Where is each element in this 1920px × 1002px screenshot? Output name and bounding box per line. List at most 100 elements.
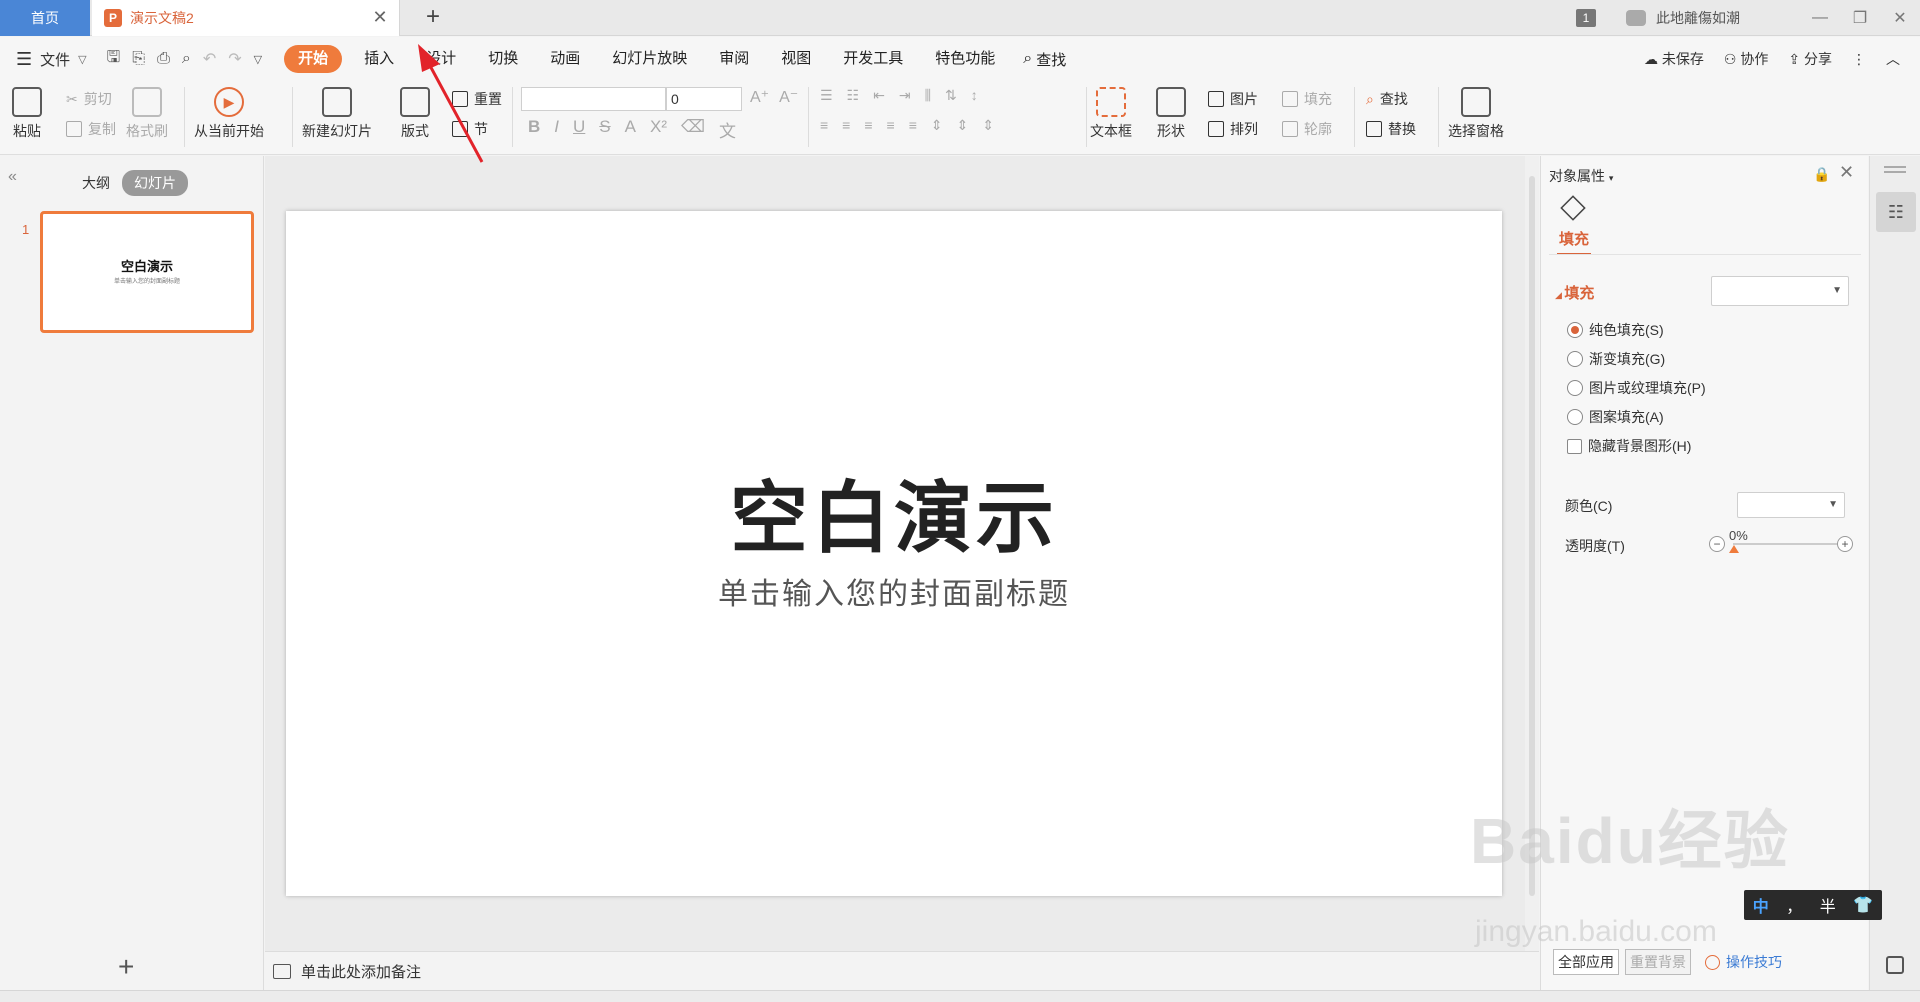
align-center-icon[interactable]: ≡ xyxy=(842,117,850,134)
reset-button[interactable]: 重置 xyxy=(452,89,502,109)
tab-slideshow[interactable]: 幻灯片放映 xyxy=(596,45,703,73)
font-size-input[interactable]: 0 xyxy=(666,87,742,111)
properties-title[interactable]: 对象属性 ▾ xyxy=(1549,166,1613,186)
text-direction-icon[interactable]: ⇅ xyxy=(945,87,957,104)
radio-picture-fill[interactable] xyxy=(1567,380,1583,396)
ime-status-bar[interactable]: 中 ， 半 👕 xyxy=(1744,890,1882,920)
close-icon[interactable]: ✕ xyxy=(1839,162,1854,183)
customize-icon[interactable]: ▽ xyxy=(254,53,262,66)
scrollbar-thumb[interactable] xyxy=(1529,176,1535,896)
tab-animation[interactable]: 动画 xyxy=(534,45,596,73)
shape-fill-button[interactable]: 填充 xyxy=(1282,89,1332,109)
grid-view-icon[interactable] xyxy=(1886,956,1904,974)
tab-outline[interactable]: 大纲 xyxy=(70,170,122,196)
close-window-button[interactable]: ✕ xyxy=(1880,8,1920,28)
user-account[interactable]: 此地離傷如潮 xyxy=(1626,8,1740,28)
print-preview-icon[interactable]: ⌕ xyxy=(182,50,191,68)
menu-search[interactable]: ⌕ 查找 xyxy=(1023,49,1066,70)
layout-button[interactable]: 版式 xyxy=(400,87,430,141)
tab-review[interactable]: 审阅 xyxy=(703,45,765,73)
fill-section-header[interactable]: ◢ 填充 xyxy=(1555,282,1594,303)
option-picture-fill[interactable]: 图片或纹理填充(P) xyxy=(1567,378,1706,398)
justify-icon[interactable]: ≡ xyxy=(887,117,895,134)
radio-gradient-fill[interactable] xyxy=(1567,351,1583,367)
underline-icon[interactable]: U xyxy=(573,117,585,142)
option-gradient-fill[interactable]: 渐变填充(G) xyxy=(1567,349,1665,369)
strikethrough-icon[interactable]: S xyxy=(599,117,610,142)
radio-solid-fill[interactable] xyxy=(1567,322,1583,338)
superscript-icon[interactable]: X² xyxy=(650,117,667,142)
font-color-icon[interactable]: A xyxy=(625,117,636,142)
print-icon[interactable]: ⎙ xyxy=(157,50,170,68)
collaborate-button[interactable]: ⚇ 协作 xyxy=(1724,49,1768,69)
option-pattern-fill[interactable]: 图案填充(A) xyxy=(1567,407,1664,427)
copy-button[interactable]: 复制 xyxy=(66,119,116,139)
align-left-icon[interactable]: ≡ xyxy=(820,117,828,134)
option-hide-background[interactable]: 隐藏背景图形(H) xyxy=(1567,436,1691,456)
new-slide-button[interactable]: 新建幻灯片 xyxy=(302,87,372,141)
tab-view[interactable]: 视图 xyxy=(765,45,827,73)
replace-button[interactable]: 替换 xyxy=(1366,119,1416,139)
format-painter-button[interactable]: 格式刷 xyxy=(126,87,168,141)
para-spacing-icon[interactable]: ⇕ xyxy=(931,117,943,134)
fill-color-select[interactable]: ▼ xyxy=(1711,276,1849,306)
collapse-ribbon-icon[interactable]: ︿ xyxy=(1886,49,1900,69)
vertical-align-icon[interactable]: ⇕ xyxy=(982,117,994,134)
transparency-decrease-button[interactable]: − xyxy=(1709,536,1725,552)
notes-bar[interactable]: 单击此处添加备注 xyxy=(265,951,1539,990)
collapse-panel-icon[interactable]: « xyxy=(8,168,17,186)
option-solid-fill[interactable]: 纯色填充(S) xyxy=(1567,320,1664,340)
file-menu[interactable]: ☰ 文件 ▽ xyxy=(16,49,87,70)
transparency-slider[interactable] xyxy=(1733,543,1843,545)
lock-icon[interactable]: 🔒 xyxy=(1813,166,1830,183)
selection-pane-button[interactable]: 选择窗格 xyxy=(1448,87,1504,141)
share-button[interactable]: ⇪ 分享 xyxy=(1788,49,1832,69)
new-tab-button[interactable]: + xyxy=(420,4,446,30)
ime-punctuation[interactable]: ， xyxy=(1786,893,1802,917)
export-icon[interactable]: ⎘ xyxy=(132,50,145,68)
phonetic-icon[interactable]: 文 xyxy=(719,117,736,142)
grow-font-icon[interactable]: A⁺ xyxy=(750,87,769,107)
shape-outline-button[interactable]: 轮廓 xyxy=(1282,119,1332,139)
tab-fill[interactable]: 填充 xyxy=(1557,228,1592,255)
textbox-button[interactable]: 文本框 xyxy=(1090,87,1132,141)
window-count-badge[interactable]: 1 xyxy=(1576,9,1596,27)
radio-pattern-fill[interactable] xyxy=(1567,409,1583,425)
transparency-increase-button[interactable]: + xyxy=(1837,536,1853,552)
shape-button[interactable]: 形状 xyxy=(1156,87,1186,141)
tab-insert[interactable]: 插入 xyxy=(348,45,410,73)
bullet-list-icon[interactable]: ☰ xyxy=(820,87,833,104)
redo-icon[interactable]: ↷ xyxy=(228,49,241,69)
undo-icon[interactable]: ↶ xyxy=(203,49,216,69)
tab-document[interactable]: P 演示文稿2 ✕ xyxy=(92,0,400,36)
save-icon[interactable]: 🖫 xyxy=(107,46,121,73)
unsaved-button[interactable]: ☁ 未保存 xyxy=(1644,49,1704,69)
tab-design[interactable]: 设计 xyxy=(410,45,472,73)
tips-link[interactable]: 操作技巧 xyxy=(1705,952,1782,972)
play-from-current-button[interactable]: ▶ 从当前开始 xyxy=(194,87,264,141)
ime-mode-chinese[interactable]: 中 xyxy=(1753,893,1769,917)
numbered-list-icon[interactable]: ☷ xyxy=(847,87,860,104)
picture-button[interactable]: 图片 xyxy=(1208,89,1258,109)
restore-button[interactable]: ❐ xyxy=(1840,8,1880,28)
tab-slides[interactable]: 幻灯片 xyxy=(122,170,188,196)
add-slide-button[interactable]: + xyxy=(118,951,134,983)
italic-icon[interactable]: I xyxy=(554,117,559,142)
tab-start[interactable]: 开始 xyxy=(284,45,343,73)
slide-title[interactable]: 空白演示 xyxy=(286,456,1502,568)
transparency-slider-handle[interactable] xyxy=(1729,545,1739,553)
tab-developer[interactable]: 开发工具 xyxy=(827,45,919,73)
decrease-indent-icon[interactable]: ⇤ xyxy=(873,87,885,104)
apply-all-button[interactable]: 全部应用 xyxy=(1553,949,1619,975)
tab-transition[interactable]: 切换 xyxy=(472,45,534,73)
slide-canvas[interactable]: 空白演示 单击输入您的封面副标题 xyxy=(286,211,1502,896)
ime-skin-icon[interactable]: 👕 xyxy=(1853,895,1873,915)
section-button[interactable]: 节 xyxy=(452,119,488,139)
minimize-button[interactable]: — xyxy=(1800,9,1840,27)
bold-icon[interactable]: B xyxy=(528,117,540,142)
find-button[interactable]: ⌕ 查找 xyxy=(1366,89,1408,109)
cut-button[interactable]: ✂ 剪切 xyxy=(66,89,112,109)
reset-background-button[interactable]: 重置背景 xyxy=(1625,949,1691,975)
distribute-icon[interactable]: ≡ xyxy=(909,117,917,134)
more-icon[interactable]: ⋮ xyxy=(1852,51,1866,68)
